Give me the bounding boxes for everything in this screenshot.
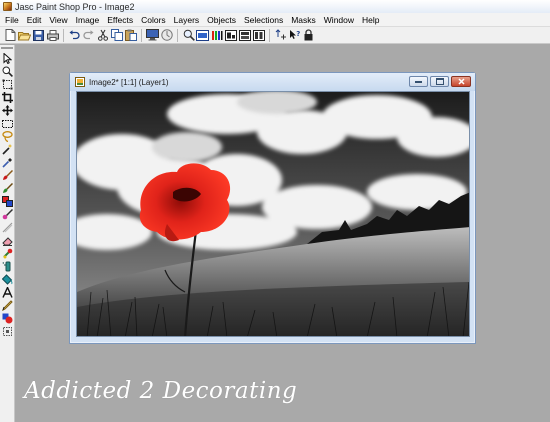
toolbar-separator [141,28,142,42]
freehand-selection-icon[interactable] [2,131,13,142]
toolbar-separator [63,28,64,42]
color-replacer-icon[interactable] [2,196,13,207]
close-button[interactable] [451,76,471,87]
dropper-icon[interactable] [2,157,13,168]
browse-icon[interactable] [160,29,173,42]
clone-icon[interactable] [2,183,13,194]
preset-shapes-icon[interactable] [2,313,13,324]
redo-icon[interactable] [82,29,95,42]
flood-fill-icon[interactable] [2,274,13,285]
image-window-title: Image2* [1:1] (Layer1) [89,77,169,87]
poppy-photo [77,92,469,336]
paint-shop-pro-icon [3,2,12,11]
zoom-tool-icon[interactable] [2,66,13,77]
menu-masks[interactable]: Masks [287,15,320,25]
standard-toolbar: ? [0,27,550,44]
tool-options-icon[interactable] [252,29,265,42]
app-title: Jasc Paint Shop Pro - Image2 [15,1,135,12]
menu-view[interactable]: View [45,15,71,25]
menu-help[interactable]: Help [358,15,383,25]
window-controls [407,76,471,87]
menu-layers[interactable]: Layers [170,15,204,25]
eraser-icon[interactable] [2,235,13,246]
toolbar-separator [269,28,270,42]
lock-icon[interactable] [302,29,315,42]
blog-watermark: Addicted 2 Decorating [24,378,298,404]
zoom-icon[interactable] [182,29,195,42]
toolbar-separator [177,28,178,42]
tools-palette [0,45,15,422]
document-icon [75,77,85,87]
help-icon[interactable]: ? [288,29,301,42]
monitor-icon[interactable] [146,29,159,42]
menu-effects[interactable]: Effects [103,15,137,25]
draw-icon[interactable] [2,300,13,311]
layers-icon[interactable] [238,29,251,42]
magic-wand-icon[interactable] [2,144,13,155]
deform-icon[interactable] [2,79,13,90]
mover-icon[interactable] [2,105,13,116]
palette-grip[interactable] [1,47,13,49]
menu-selections[interactable]: Selections [240,15,287,25]
undo-icon[interactable] [68,29,81,42]
script-icon[interactable] [274,29,287,42]
airbrush-icon[interactable] [2,261,13,272]
minimize-button[interactable] [409,76,428,87]
new-icon[interactable] [4,29,17,42]
image-canvas[interactable] [76,91,470,337]
text-icon[interactable] [2,287,13,298]
maximize-button[interactable] [430,76,449,87]
menu-window[interactable]: Window [320,15,358,25]
image-window[interactable]: Image2* [1:1] (Layer1) [69,72,476,344]
scratch-remover-icon[interactable] [2,222,13,233]
print-icon[interactable] [46,29,59,42]
paintbrush-icon[interactable] [2,170,13,181]
menu-objects[interactable]: Objects [203,15,240,25]
menu-image[interactable]: Image [72,15,104,25]
save-icon[interactable] [32,29,45,42]
crop-icon[interactable] [2,92,13,103]
picture-tube-icon[interactable] [2,248,13,259]
menubar: File Edit View Image Effects Colors Laye… [0,13,550,27]
palette-icon[interactable] [210,29,223,42]
menu-colors[interactable]: Colors [137,15,170,25]
open-icon[interactable] [18,29,31,42]
overview-icon[interactable] [224,29,237,42]
menu-edit[interactable]: Edit [23,15,46,25]
copy-icon[interactable] [110,29,123,42]
selection-icon[interactable] [2,118,13,129]
histogram-icon[interactable] [196,29,209,42]
cut-icon[interactable] [96,29,109,42]
arrow-icon[interactable] [2,53,13,64]
image-window-titlebar[interactable]: Image2* [1:1] (Layer1) [70,73,475,91]
menu-file[interactable]: File [1,15,23,25]
app-titlebar: Jasc Paint Shop Pro - Image2 [0,0,550,13]
retouch-icon[interactable] [2,209,13,220]
object-selector-icon[interactable] [2,326,13,337]
svg-text:?: ? [296,30,300,38]
paste-icon[interactable] [124,29,137,42]
